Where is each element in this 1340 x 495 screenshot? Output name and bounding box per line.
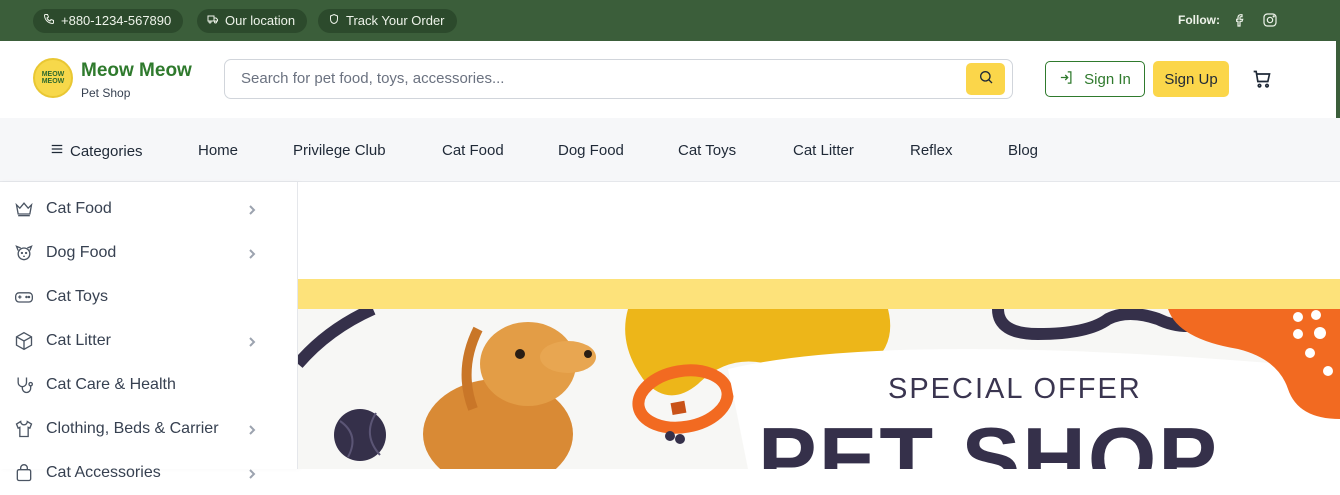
chevron-right-icon — [246, 423, 258, 435]
banner-title: PET SHOP — [758, 409, 1219, 470]
sign-up-button[interactable]: Sign Up — [1153, 61, 1229, 97]
login-icon — [1059, 70, 1074, 89]
nav-item-privilege-club[interactable]: Privilege Club — [293, 142, 386, 159]
sidebar-item-dog-food[interactable]: Dog Food — [0, 231, 297, 275]
search-icon — [978, 69, 994, 90]
category-sidebar: Cat Food Dog Food Cat Toys Cat Litter Ca… — [0, 182, 298, 482]
banner-top-strip — [298, 279, 1340, 309]
sidebar-item-label: Cat Accessories — [46, 464, 161, 481]
gamepad-icon — [14, 287, 34, 307]
hero-area: SPECIAL OFFER PET SHOP — [298, 182, 1340, 469]
track-order-link[interactable]: Track Your Order — [318, 9, 457, 33]
nav-item-cat-litter[interactable]: Cat Litter — [793, 142, 854, 159]
sign-in-button[interactable]: Sign In — [1045, 61, 1145, 97]
search-input[interactable] — [241, 70, 941, 87]
cart-icon[interactable] — [1252, 69, 1274, 91]
promo-banner[interactable]: SPECIAL OFFER PET SHOP — [298, 309, 1340, 469]
sign-up-label: Sign Up — [1164, 70, 1218, 88]
sidebar-item-label: Dog Food — [46, 244, 117, 261]
sidebar-item-cat-food[interactable]: Cat Food — [0, 187, 297, 231]
nav-item-dog-food[interactable]: Dog Food — [558, 142, 624, 159]
phone-icon — [43, 9, 55, 33]
sidebar-item-label: Clothing, Beds & Carrier — [46, 420, 219, 437]
nav-item-cat-toys[interactable]: Cat Toys — [678, 142, 736, 159]
sign-in-label: Sign In — [1084, 70, 1131, 88]
nav-item-reflex[interactable]: Reflex — [910, 142, 953, 159]
phone-link[interactable]: +880-1234-567890 — [33, 9, 184, 33]
categories-label: Categories — [70, 142, 143, 160]
brand-name[interactable]: Meow Meow — [81, 60, 192, 82]
logo[interactable]: MEOW MEOW — [33, 58, 73, 98]
categories-menu-button[interactable]: Categories — [50, 142, 143, 160]
chevron-right-icon — [246, 247, 258, 259]
search-button[interactable] — [966, 63, 1005, 95]
shield-icon — [328, 9, 340, 33]
track-order-label: Track Your Order — [346, 13, 445, 28]
sidebar-item-clothing-beds-carrier[interactable]: Clothing, Beds & Carrier — [0, 407, 297, 451]
shirt-icon — [14, 419, 34, 439]
sidebar-item-label: Cat Toys — [46, 288, 108, 305]
sidebar-item-cat-care-health[interactable]: Cat Care & Health — [0, 363, 297, 407]
sidebar-item-label: Cat Care & Health — [46, 376, 176, 393]
menu-icon — [50, 142, 64, 160]
banner-offer-text: SPECIAL OFFER — [888, 373, 1142, 405]
follow-label: Follow: — [1178, 13, 1220, 27]
sidebar-item-cat-toys[interactable]: Cat Toys — [0, 275, 297, 319]
location-label: Our location — [225, 13, 296, 28]
header: MEOWMEOW Meow Meow Pet Shop Sign In Sign… — [0, 41, 1340, 118]
bag-icon — [14, 463, 34, 483]
sidebar-item-label: Cat Food — [46, 200, 112, 217]
sidebar-item-cat-litter[interactable]: Cat Litter — [0, 319, 297, 363]
chevron-right-icon — [246, 203, 258, 215]
brand-subtitle: Pet Shop — [81, 86, 131, 100]
sidebar-item-cat-accessories[interactable]: Cat Accessories — [0, 451, 297, 495]
location-link[interactable]: Our location — [197, 9, 308, 33]
nav-item-cat-food[interactable]: Cat Food — [442, 142, 504, 159]
sidebar-item-label: Cat Litter — [46, 332, 111, 349]
stethoscope-icon — [14, 375, 34, 395]
main-nav: Categories Home Privilege Club Cat Food … — [0, 118, 1340, 182]
box-icon — [14, 331, 34, 351]
dog-icon — [14, 243, 34, 263]
phone-number: +880-1234-567890 — [61, 13, 172, 28]
top-bar: +880-1234-567890 Our location Track Your… — [0, 0, 1340, 41]
search-bar — [224, 59, 1013, 99]
chevron-right-icon — [246, 335, 258, 347]
facebook-icon[interactable] — [1232, 12, 1248, 28]
crown-icon — [14, 199, 34, 219]
nav-item-blog[interactable]: Blog — [1008, 142, 1038, 159]
nav-item-home[interactable]: Home — [198, 142, 238, 159]
truck-icon — [207, 9, 219, 33]
instagram-icon[interactable] — [1262, 12, 1278, 28]
